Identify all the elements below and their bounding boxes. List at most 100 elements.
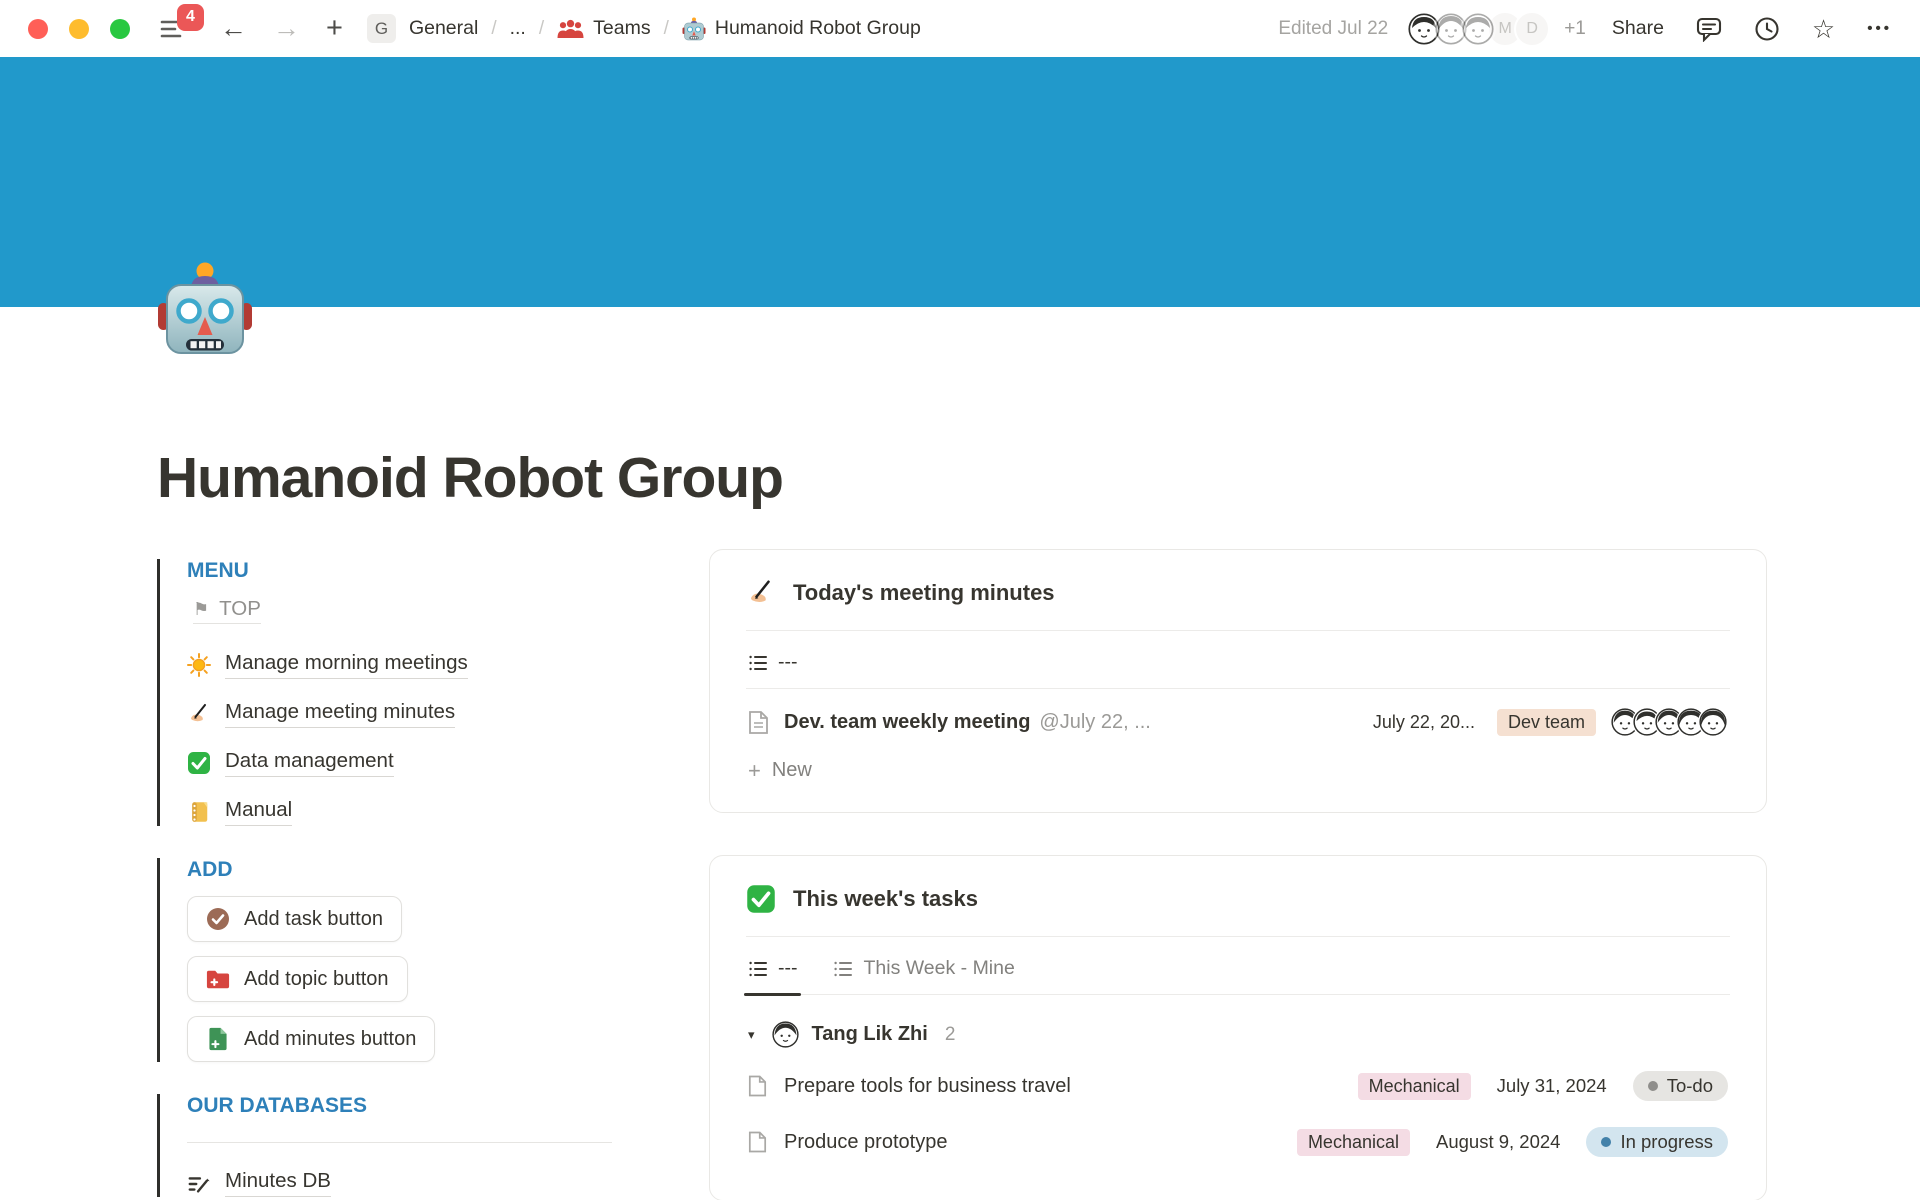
breadcrumb-ellipsis[interactable]: ... — [510, 17, 526, 40]
meeting-row[interactable]: Dev. team weekly meeting @July 22, ... J… — [746, 689, 1730, 741]
task-row[interactable]: Prepare tools for business travel Mechan… — [746, 1058, 1730, 1114]
topbar: 4 ← → + G General / ... / Teams / — [0, 0, 1920, 57]
task-title: Prepare tools for business travel — [784, 1075, 1071, 1098]
page-robot-icon[interactable] — [157, 261, 253, 357]
menu-link-manual[interactable]: Manual — [187, 798, 292, 826]
status-label: To-do — [1667, 1075, 1713, 1097]
assignee-name: Tang Lik Zhi — [812, 1023, 928, 1046]
due-date[interactable]: August 9, 2024 — [1436, 1131, 1560, 1153]
member-avatar — [1698, 707, 1728, 737]
view-tab-default[interactable]: --- — [746, 937, 799, 994]
more-options-icon[interactable]: ••• — [1867, 20, 1892, 37]
breadcrumb-item-general[interactable]: General — [409, 17, 478, 40]
view-tabs: --- — [746, 631, 1730, 689]
menu-link-meeting-minutes[interactable]: Manage meeting minutes — [187, 700, 455, 728]
avatar-overflow-count[interactable]: +1 — [1564, 18, 1586, 40]
due-date[interactable]: July 31, 2024 — [1497, 1075, 1607, 1097]
collapse-caret-icon[interactable]: ▾ — [748, 1027, 755, 1043]
menu-link-label: Manage meeting minutes — [225, 700, 455, 728]
window-controls — [28, 19, 130, 39]
plus-icon: + — [748, 760, 761, 782]
menu-link-label: Data management — [225, 749, 394, 777]
breadcrumb-separator: / — [664, 18, 669, 40]
notion-window: 4 ← → + G General / ... / Teams / — [0, 0, 1920, 1200]
new-page-icon[interactable]: + — [326, 14, 343, 43]
top-anchor-link[interactable]: ⚑ TOP — [193, 597, 261, 624]
add-task-button[interactable]: Add task button — [187, 896, 402, 942]
assignee-avatar — [772, 1021, 799, 1048]
add-topic-button[interactable]: Add topic button — [187, 956, 408, 1002]
list-view-icon — [748, 653, 768, 673]
notification-badge: 4 — [177, 4, 204, 31]
breadcrumb-separator: / — [539, 18, 544, 40]
attendee-avatars[interactable] — [1618, 707, 1728, 737]
document-icon — [748, 1074, 769, 1099]
share-button[interactable]: Share — [1612, 17, 1664, 40]
view-tab-default[interactable]: --- — [746, 631, 799, 688]
view-tab-this-week-mine[interactable]: This Week - Mine — [831, 937, 1016, 994]
minutes-db-link[interactable]: Minutes DB — [187, 1169, 331, 1197]
menu-link-data-management[interactable]: Data management — [187, 749, 394, 777]
sidebar-toggle[interactable]: 4 — [160, 18, 186, 40]
sun-icon — [187, 653, 211, 677]
meeting-minutes-card: Today's meeting minutes — [709, 549, 1767, 813]
green-doc-plus-icon — [206, 1027, 230, 1051]
menu-link-label: Manual — [225, 798, 292, 826]
zoom-window-button[interactable] — [110, 19, 130, 39]
new-entry-button[interactable]: + New — [746, 741, 1730, 782]
add-topic-label: Add topic button — [244, 968, 389, 991]
menu-link-morning-meetings[interactable]: Manage morning meetings — [187, 651, 468, 679]
presence-avatars: M D — [1406, 11, 1550, 47]
category-tag[interactable]: Mechanical — [1358, 1073, 1471, 1100]
status-dot — [1601, 1137, 1611, 1147]
left-column: MENU ⚑ TOP — [157, 549, 665, 1200]
workspace-badge[interactable]: G — [367, 14, 396, 43]
page-title[interactable]: Humanoid Robot Group — [157, 445, 1920, 511]
view-tabs: --- This Week - Mine — [746, 937, 1730, 995]
menu-link-label: Manage morning meetings — [225, 651, 468, 679]
add-section: ADD Add task button — [157, 858, 665, 1062]
meeting-date-property[interactable]: July 22, 20... — [1373, 712, 1475, 733]
breadcrumb-item-current-page[interactable]: Humanoid Robot Group — [715, 17, 921, 40]
minimize-window-button[interactable] — [69, 19, 89, 39]
back-arrow-icon[interactable]: ← — [220, 15, 247, 42]
robot-icon — [682, 17, 706, 41]
card-title: Today's meeting minutes — [793, 580, 1055, 606]
member-avatar-initial[interactable]: D — [1514, 11, 1550, 47]
assignee-group-row: ▾ Tang Lik Zhi 2 — [746, 995, 1730, 1058]
card-title: This week's tasks — [793, 886, 978, 912]
status-badge[interactable]: To-do — [1633, 1071, 1728, 1101]
list-pencil-icon — [187, 1171, 211, 1195]
top-label: TOP — [219, 597, 261, 621]
meeting-title: Dev. team weekly meeting — [784, 711, 1030, 734]
status-badge[interactable]: In progress — [1586, 1127, 1728, 1157]
databases-section: OUR DATABASES Minutes — [157, 1094, 665, 1197]
member-avatar[interactable] — [1460, 11, 1496, 47]
list-view-icon — [748, 959, 768, 979]
close-window-button[interactable] — [28, 19, 48, 39]
document-icon — [748, 710, 769, 735]
breadcrumb-separator: / — [491, 18, 496, 40]
menu-section: MENU ⚑ TOP — [157, 559, 665, 826]
add-minutes-label: Add minutes button — [244, 1028, 416, 1051]
ledger-icon — [187, 800, 211, 824]
history-clock-icon[interactable] — [1754, 16, 1780, 42]
favorite-star-icon[interactable]: ☆ — [1812, 16, 1835, 42]
comments-icon[interactable] — [1696, 16, 1722, 42]
minutes-db-label: Minutes DB — [225, 1169, 331, 1197]
flag-icon: ⚑ — [193, 599, 209, 620]
divider — [187, 1142, 612, 1143]
status-dot — [1648, 1081, 1658, 1091]
meeting-date-mention: @July 22, ... — [1039, 711, 1150, 734]
category-tag[interactable]: Mechanical — [1297, 1129, 1410, 1156]
add-minutes-button[interactable]: Add minutes button — [187, 1016, 435, 1062]
view-tab-label: --- — [778, 651, 797, 674]
red-folder-plus-icon — [206, 967, 230, 991]
menu-heading: MENU — [187, 559, 665, 583]
add-task-label: Add task button — [244, 908, 383, 931]
team-tag[interactable]: Dev team — [1497, 709, 1596, 736]
forward-arrow-icon[interactable]: → — [273, 15, 300, 42]
task-row[interactable]: Produce prototype Mechanical August 9, 2… — [746, 1114, 1730, 1170]
breadcrumb-item-teams[interactable]: Teams — [593, 17, 650, 40]
group-task-count: 2 — [945, 1024, 956, 1046]
